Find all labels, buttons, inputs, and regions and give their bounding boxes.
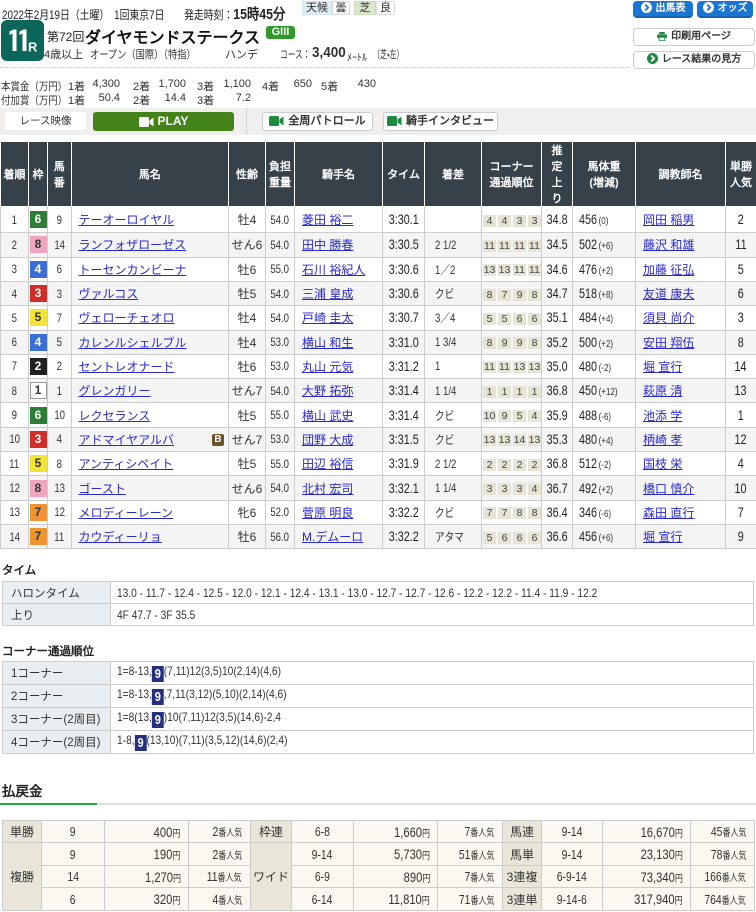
svg-text:R: R bbox=[28, 40, 38, 55]
